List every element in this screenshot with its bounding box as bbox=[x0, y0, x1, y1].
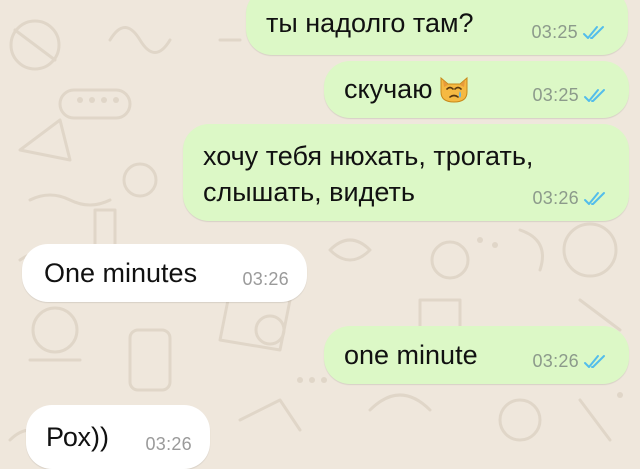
message-text: скучаю bbox=[344, 74, 433, 104]
outgoing-message[interactable]: хочу тебя нюхать, трогать, слышать, виде… bbox=[183, 124, 629, 221]
message-text-line: хочу тебя нюхать, трогать, bbox=[203, 141, 534, 171]
crying-cat-face-icon bbox=[438, 74, 470, 104]
outgoing-message[interactable]: скучаю 03:25 bbox=[324, 61, 629, 118]
double-check-icon bbox=[583, 191, 607, 207]
message-text: ты надолго там? bbox=[266, 8, 474, 38]
incoming-message[interactable]: Рох)) 03:26 bbox=[26, 405, 210, 469]
double-check-icon bbox=[583, 354, 607, 370]
message-meta: 03:26 bbox=[145, 434, 192, 455]
message-time: 03:26 bbox=[145, 434, 192, 454]
double-check-icon bbox=[582, 25, 606, 41]
double-check-icon bbox=[583, 88, 607, 104]
message-meta: 03:26 bbox=[242, 269, 289, 290]
message-time: 03:25 bbox=[532, 85, 579, 105]
message-meta: 03:26 bbox=[532, 351, 607, 372]
message-time: 03:26 bbox=[532, 188, 579, 208]
message-text: One minutes bbox=[44, 258, 198, 288]
message-text-row: скучаю bbox=[344, 71, 470, 107]
incoming-message[interactable]: One minutes 03:26 bbox=[22, 244, 307, 302]
message-meta: 03:25 bbox=[531, 22, 606, 43]
message-time: 03:26 bbox=[242, 269, 289, 289]
message-text: Рох)) bbox=[46, 422, 110, 452]
message-text: one minute bbox=[344, 340, 478, 370]
message-text-line: слышать, видеть bbox=[203, 177, 415, 207]
message-meta: 03:26 bbox=[532, 188, 607, 209]
message-meta: 03:25 bbox=[532, 85, 607, 106]
outgoing-message[interactable]: ты надолго там? 03:25 bbox=[246, 0, 628, 55]
outgoing-message[interactable]: one minute 03:26 bbox=[324, 326, 629, 384]
message-time: 03:25 bbox=[531, 22, 578, 42]
message-time: 03:26 bbox=[532, 351, 579, 371]
